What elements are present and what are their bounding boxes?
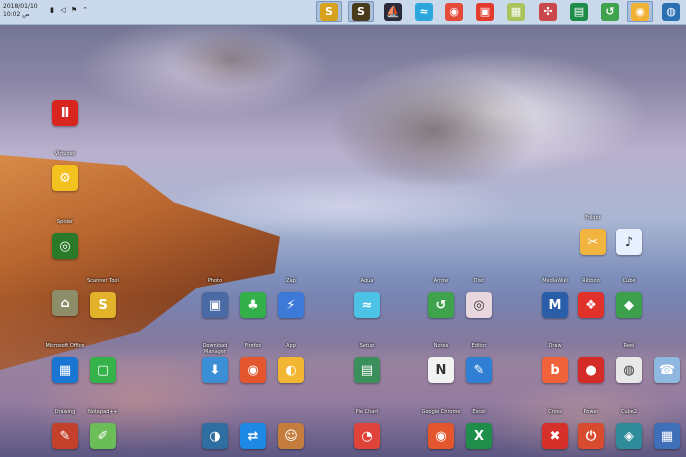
taskbar-item[interactable]: ✣: [535, 1, 561, 22]
taskbar-item[interactable]: ▤: [566, 1, 592, 22]
wave-app-icon[interactable]: ≈: [354, 292, 380, 318]
desktop-shortcut-label: Microsoft Office: [45, 343, 85, 349]
ship-icon: ⛵: [384, 2, 402, 21]
wave-icon: ≈: [415, 2, 433, 21]
start-orb-icon: ◍: [662, 2, 680, 21]
cross-icon[interactable]: ✖: [542, 423, 568, 449]
download-icon[interactable]: ⬇: [202, 357, 228, 383]
desktop-shortcut-label: Zap: [286, 278, 296, 284]
steam-icon[interactable]: ◑: [202, 423, 228, 449]
teamviewer-icon[interactable]: ⇄: [240, 423, 266, 449]
mw-icon[interactable]: M: [542, 292, 568, 318]
taskbar-item[interactable]: S: [316, 1, 342, 22]
desktop-shortcut-label: Aqua: [360, 278, 374, 284]
excel-icon[interactable]: X: [466, 423, 492, 449]
game-icon[interactable]: ☺: [278, 423, 304, 449]
tools-icon: ✣: [539, 2, 557, 21]
chrome-color-icon[interactable]: ◉: [240, 357, 266, 383]
taskbar-item[interactable]: ◍: [658, 1, 684, 22]
green-square-icon[interactable]: ▢: [90, 357, 116, 383]
desktop-shortcut-label: Disc: [473, 278, 485, 284]
speaker-icon[interactable]: ◁: [59, 6, 67, 15]
edit-icon[interactable]: ✎: [466, 357, 492, 383]
clock-date: 2018/01/10: [3, 3, 38, 10]
power-icon[interactable]: ⏻: [578, 423, 604, 449]
s-app-icon: S: [320, 2, 338, 21]
folder-icon[interactable]: ✂: [580, 229, 606, 255]
desktop-shortcut-label: Cube: [622, 278, 636, 284]
red-pdf-icon[interactable]: ✎: [52, 423, 78, 449]
taskbar-item[interactable]: ▣: [472, 1, 498, 22]
lightning-icon[interactable]: ⚡: [278, 292, 304, 318]
green-cube-icon[interactable]: ◆: [616, 292, 642, 318]
s-app-icon: S: [352, 2, 370, 21]
desktop-shortcut-label: Photo: [207, 278, 223, 284]
wallpaper-rocks-small: [170, 30, 290, 90]
photo-icon[interactable]: ▣: [202, 292, 228, 318]
cd-icon[interactable]: ◎: [466, 292, 492, 318]
desktop-shortcut-label: Pie Chart: [355, 409, 379, 415]
notepad-icon[interactable]: ✐: [90, 423, 116, 449]
reel-icon[interactable]: ◍: [616, 357, 642, 383]
s-app-icon[interactable]: S: [90, 292, 116, 318]
green-arrow-icon[interactable]: ↺: [428, 292, 454, 318]
desktop-shortcut-label: Spider: [56, 219, 74, 225]
windows-flag-icon[interactable]: ▦: [52, 357, 78, 383]
red-box-icon: ▣: [476, 2, 494, 21]
taskbar-item[interactable]: ◉: [441, 1, 467, 22]
map-icon: ▦: [507, 2, 525, 21]
desktop-shortcut-label: Reel: [623, 343, 635, 349]
desktop-shortcut-label: Editor: [471, 343, 487, 349]
desktop-shortcut-label: Scanner Tool: [87, 278, 119, 284]
draw-icon[interactable]: b: [542, 357, 568, 383]
green-radar-icon[interactable]: ◎: [52, 233, 78, 259]
taskbar-item[interactable]: ⛵: [380, 1, 406, 22]
yellow-app-icon[interactable]: ◐: [278, 357, 304, 383]
chrome-icon: ◉: [631, 2, 649, 21]
network-icon[interactable]: ▮: [48, 6, 56, 15]
taskbar: 2018/01/10 ص 10:02 ▮ ◁ ⚑ ⌃ S S ⛵ ≈ ◉ ▣ ▦ ✣ ▤ ↺ ◉ ◍: [0, 0, 686, 25]
cube-icon[interactable]: ◈: [616, 423, 642, 449]
clock-time: ص 10:02: [3, 11, 30, 18]
excel-icon: ▤: [570, 2, 588, 21]
taskbar-item[interactable]: ▦: [503, 1, 529, 22]
desktop-shortcut-label: Virtuoso: [54, 151, 76, 157]
chevron-up-icon[interactable]: ⌃: [81, 6, 89, 15]
red-circle-icon[interactable]: ●: [578, 357, 604, 383]
phone-icon[interactable]: ☎: [654, 357, 680, 383]
recorder-icon[interactable]: ▤: [354, 357, 380, 383]
system-clock[interactable]: 2018/01/10 ص 10:02: [3, 3, 43, 19]
tray-icons: ▮ ◁ ⚑ ⌃: [48, 6, 89, 15]
taskbar-item[interactable]: ◉: [627, 1, 653, 22]
taskbar-item[interactable]: S: [348, 1, 374, 22]
desktop-shortcut-label: Setup: [359, 343, 375, 349]
desktop-shortcut-label: Cube2: [620, 409, 638, 415]
desktop-shortcut-label: Excel: [472, 409, 486, 415]
green-arrow-icon: ↺: [601, 2, 619, 21]
red-tool-icon[interactable]: Ⅱ: [52, 100, 78, 126]
desktop-shortcut-label: Draw: [548, 343, 562, 349]
flag-icon[interactable]: ⚑: [70, 6, 78, 15]
windows-icon[interactable]: ▦: [654, 423, 680, 449]
red-ribbon-icon[interactable]: ❖: [578, 292, 604, 318]
yellow-gear-icon[interactable]: ⚙: [52, 165, 78, 191]
taskbar-item[interactable]: ≈: [411, 1, 437, 22]
desktop-shortcut-label: App: [286, 343, 296, 349]
taskbar-item[interactable]: ↺: [597, 1, 623, 22]
clover-icon[interactable]: ♣: [240, 292, 266, 318]
pie-icon[interactable]: ◔: [354, 423, 380, 449]
scanner-icon[interactable]: ⌂: [52, 290, 78, 316]
word-icon[interactable]: N: [428, 357, 454, 383]
chrome-icon[interactable]: ◉: [428, 423, 454, 449]
chrome-icon: ◉: [445, 2, 463, 21]
desktop-shortcut-label: Notepad++: [88, 409, 118, 415]
desktop-shortcut-label: Folder: [585, 215, 601, 221]
music-icon[interactable]: ♪: [616, 229, 642, 255]
